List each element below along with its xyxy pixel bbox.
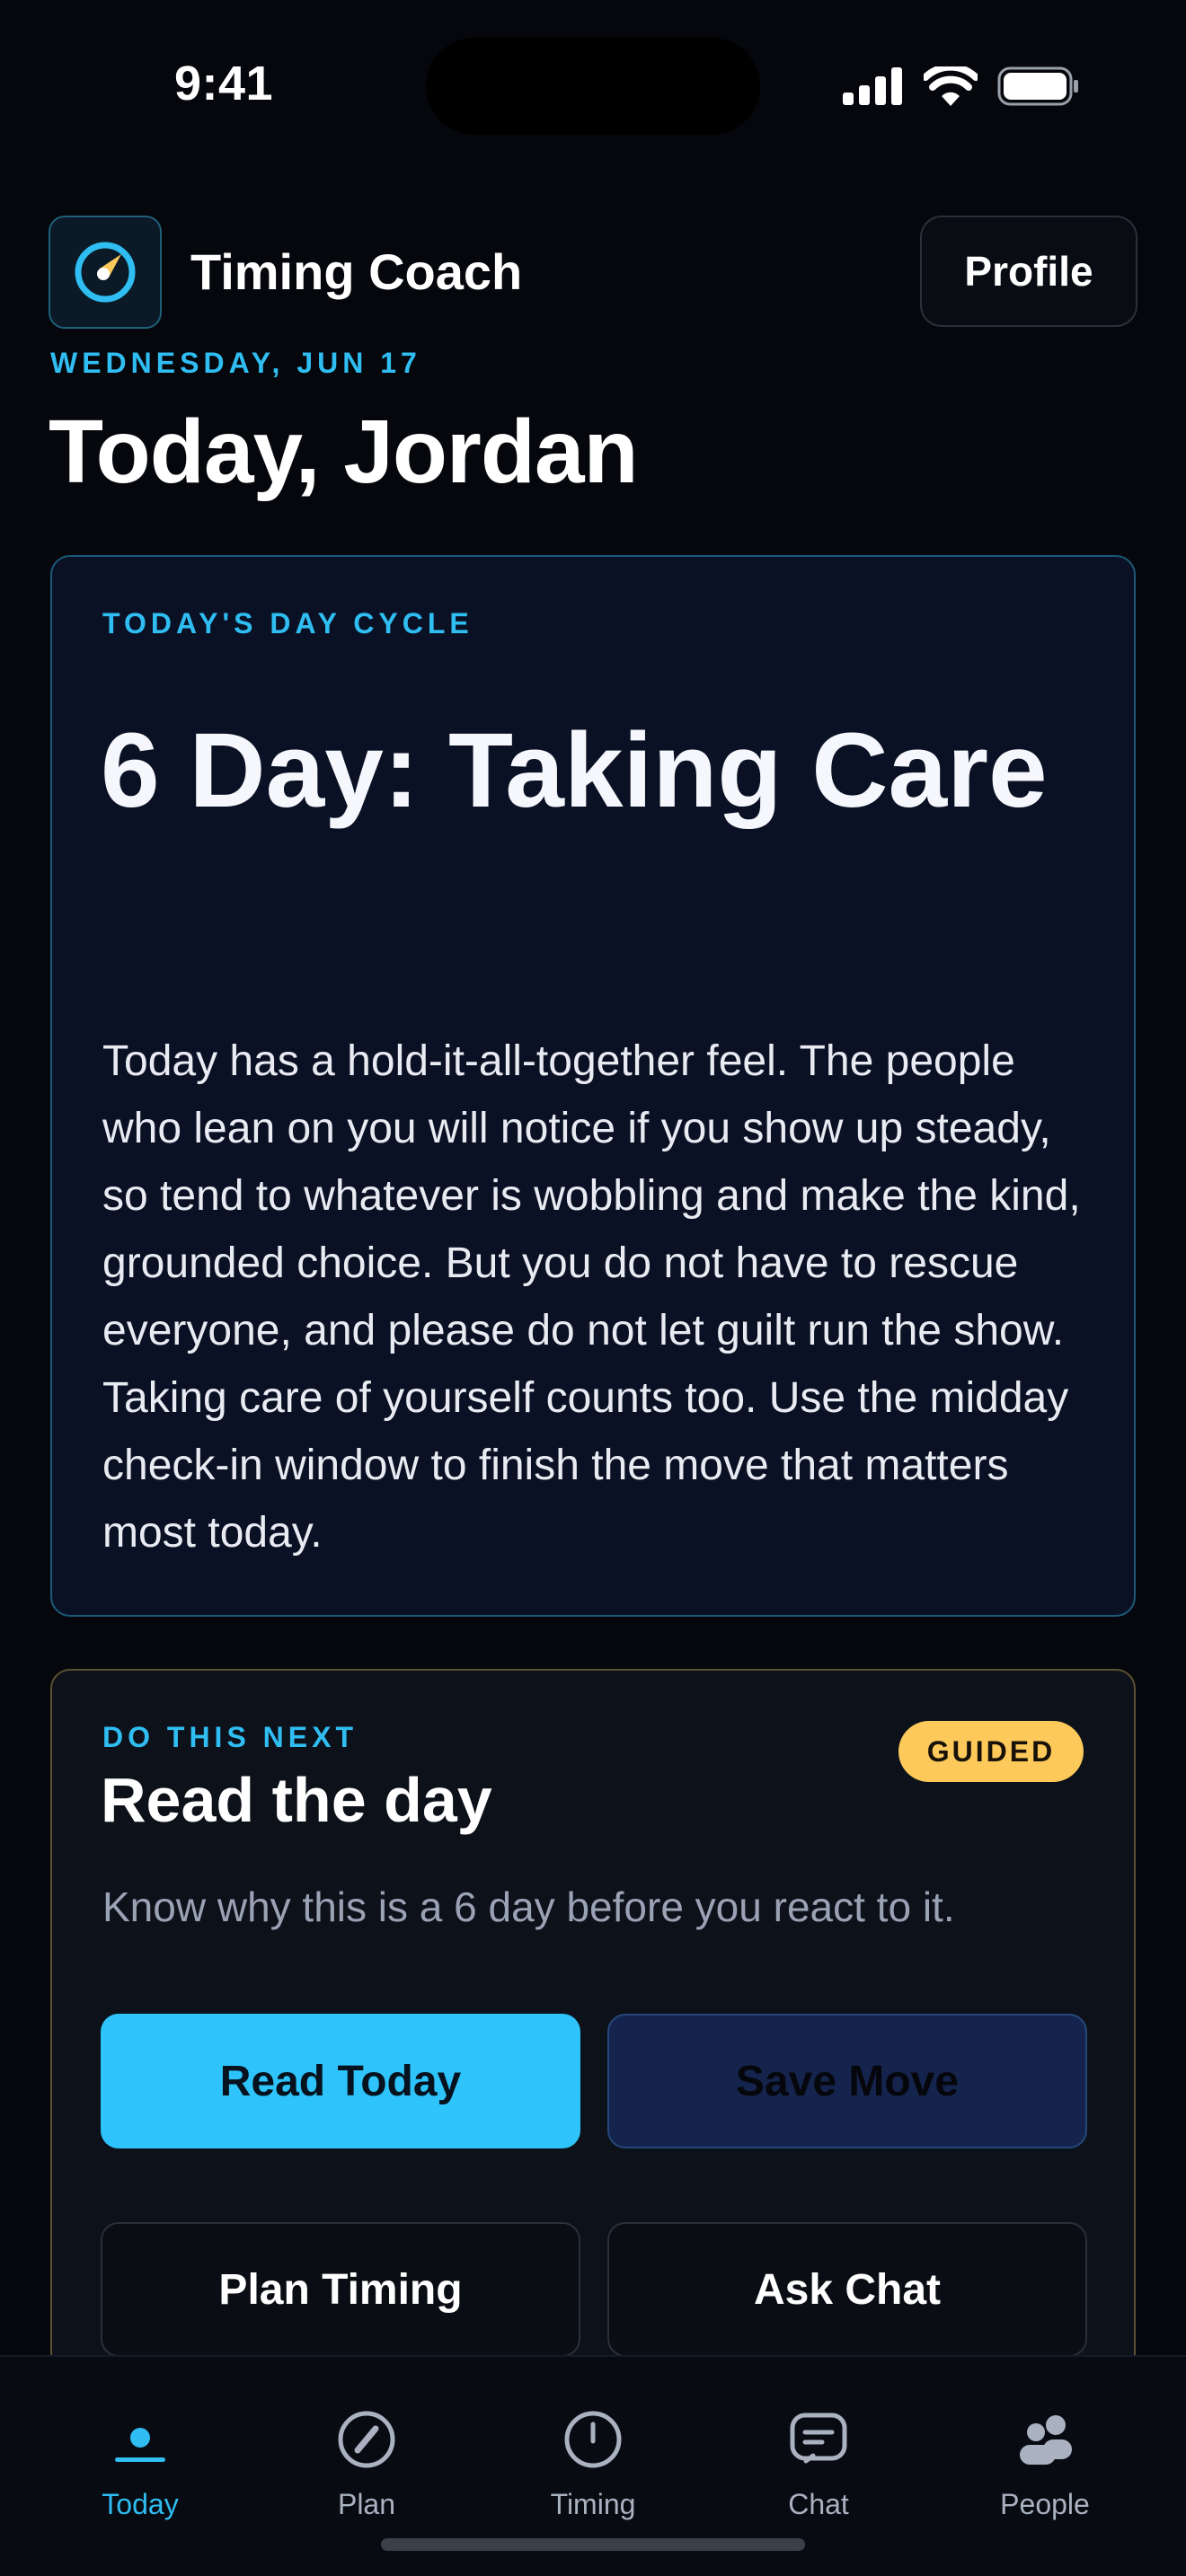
profile-button[interactable]: Profile bbox=[920, 216, 1137, 327]
tab-today[interactable]: Today bbox=[50, 2357, 230, 2576]
app-title: Timing Coach bbox=[190, 243, 523, 300]
cellular-signal-icon bbox=[843, 67, 902, 105]
guided-badge: GUIDED bbox=[898, 1721, 1084, 1782]
people-icon bbox=[1016, 2411, 1074, 2468]
plan-timing-button[interactable]: Plan Timing bbox=[101, 2222, 580, 2357]
wifi-icon bbox=[924, 66, 978, 106]
tab-label-timing: Timing bbox=[550, 2488, 636, 2520]
compass-icon bbox=[75, 242, 136, 303]
next-title: Read the day bbox=[101, 1765, 492, 1835]
tab-label-plan: Plan bbox=[337, 2488, 396, 2520]
chat-bubble-icon bbox=[790, 2411, 847, 2468]
tab-label-today: Today bbox=[102, 2488, 179, 2520]
cycle-eyebrow: TODAY'S DAY CYCLE bbox=[102, 607, 474, 640]
next-eyebrow: DO THIS NEXT bbox=[102, 1721, 358, 1753]
today-dot-icon bbox=[111, 2411, 169, 2468]
home-indicator[interactable] bbox=[381, 2538, 805, 2551]
tab-people[interactable]: People bbox=[955, 2357, 1135, 2576]
tab-label-people: People bbox=[1000, 2488, 1090, 2520]
status-time: 9:41 bbox=[174, 57, 274, 110]
status-icons bbox=[843, 66, 1080, 106]
tab-label-chat: Chat bbox=[788, 2488, 849, 2520]
pencil-circle-icon bbox=[338, 2411, 395, 2468]
read-today-button[interactable]: Read Today bbox=[101, 2014, 580, 2148]
cycle-title: 6 Day: Taking Care bbox=[101, 711, 1048, 830]
date-eyebrow: WEDNESDAY, JUN 17 bbox=[50, 347, 421, 379]
battery-icon bbox=[997, 66, 1078, 106]
save-move-button[interactable]: Save Move bbox=[607, 2014, 1087, 2148]
dynamic-island bbox=[426, 38, 760, 135]
day-cycle-card: TODAY'S DAY CYCLE 6 Day: Taking Care Tod… bbox=[50, 555, 1136, 1617]
next-description: Know why this is a 6 day before you reac… bbox=[102, 1883, 955, 1930]
app-logo bbox=[49, 216, 162, 329]
cycle-description: Today has a hold-it-all-together feel. T… bbox=[102, 1037, 1081, 1557]
clock-icon bbox=[564, 2411, 622, 2468]
page-title: Today, Jordan bbox=[49, 401, 639, 502]
ask-chat-button[interactable]: Ask Chat bbox=[607, 2222, 1087, 2357]
